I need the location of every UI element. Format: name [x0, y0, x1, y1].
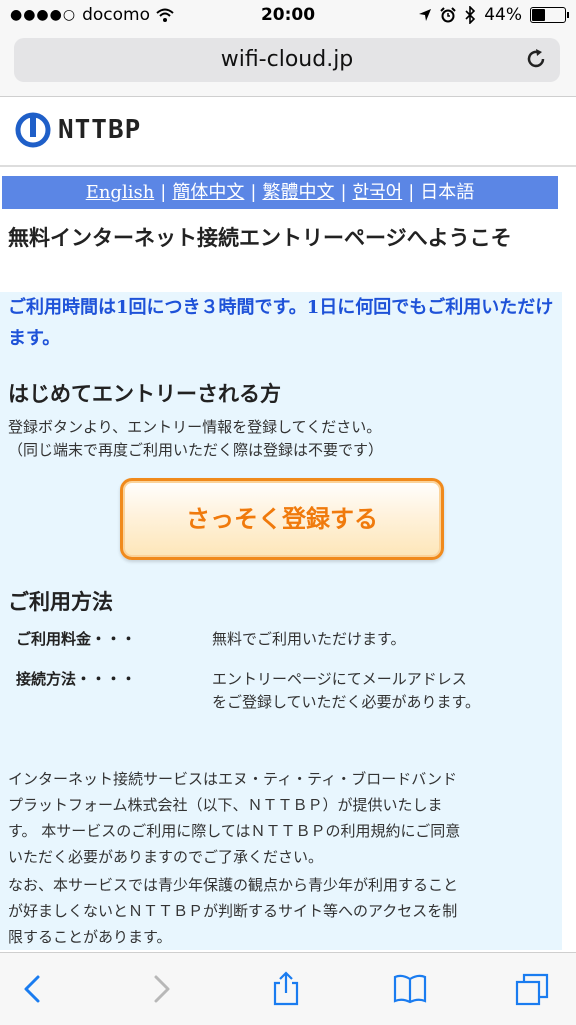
- browser-toolbar: [0, 952, 576, 1025]
- alarm-icon: [440, 7, 456, 23]
- battery-level: [532, 9, 545, 21]
- lang-japanese-current: 日本語: [420, 182, 475, 203]
- status-right: 44%: [418, 5, 569, 25]
- main-panel: ご利用時間は1回につき３時間です。1日に何回でもご利用いただけます。 はじめてエ…: [0, 292, 562, 950]
- bookmarks-icon[interactable]: [392, 971, 428, 1007]
- lang-simplified-chinese-link[interactable]: 簡体中文: [172, 182, 244, 203]
- battery-percent: 44%: [484, 5, 522, 25]
- forward-icon[interactable]: [142, 971, 178, 1007]
- reload-icon[interactable]: [524, 47, 548, 71]
- connection-method-value-line1: エントリーページにてメールアドレス: [212, 670, 467, 688]
- share-icon[interactable]: [268, 971, 304, 1007]
- nttbp-logo[interactable]: NTTBP: [14, 111, 141, 149]
- usage-time-notice: ご利用時間は1回につき３時間です。1日に何回でもご利用いただけます。: [8, 297, 554, 349]
- legal-paragraph-1-line-3: す。 本サービスのご利用に際してはＮＴＴＢＰの利用規約にご同意: [8, 822, 461, 840]
- legal-paragraph-1-line-4: いただく必要がありますのでご了承ください。: [8, 848, 324, 866]
- usage-heading: ご利用方法: [8, 589, 113, 614]
- back-icon[interactable]: [16, 971, 52, 1007]
- first-entry-instruction: 登録ボタンより、エントリー情報を登録してください。: [8, 418, 382, 436]
- ntt-logo-icon: [15, 112, 51, 148]
- legal-paragraph-2-line-2: が好ましくないとＮＴＴＢＰが判断するサイト等へのアクセスを制: [8, 902, 458, 920]
- lang-traditional-chinese-link[interactable]: 繁體中文: [262, 182, 334, 203]
- location-arrow-icon: [419, 9, 432, 21]
- fee-value: 無料でご利用いただけます。: [212, 630, 406, 648]
- status-bar: ●●●●○ docomo 20:00 44%: [0, 0, 576, 32]
- lang-korean-link[interactable]: 한국어: [353, 182, 403, 203]
- fee-label: ご利用料金・・・: [16, 630, 137, 648]
- site-header: NTTBP: [0, 97, 576, 167]
- connection-method-label: 接続方法・・・・: [16, 670, 137, 688]
- legal-paragraph-2-line-1: なお、本サービスでは青少年保護の観点から青少年が利用すること: [8, 876, 459, 894]
- bluetooth-icon: [465, 6, 476, 24]
- legal-paragraph-2-line-3: 限することがあります。: [8, 928, 172, 946]
- language-bar: English | 簡体中文 | 繁體中文 | 한국어 | 日本語: [2, 176, 558, 209]
- legal-paragraph-1-line-2: プラットフォーム株式会社（以下、ＮＴＴＢＰ）が提供いたしま: [8, 796, 443, 814]
- connection-method-value-line2: をご登録していただく必要があります。: [212, 693, 481, 711]
- legal-paragraph-1-line-1: インターネット接続サービスはエヌ・ティ・ティ・ブロードバンド: [8, 770, 457, 788]
- url-text: wifi-cloud.jp: [220, 47, 354, 72]
- first-entry-heading: はじめてエントリーされる方: [8, 381, 281, 406]
- browser-chrome: wifi-cloud.jp: [0, 32, 576, 97]
- battery-icon: [530, 7, 569, 23]
- tabs-icon[interactable]: [514, 971, 550, 1007]
- register-button[interactable]: さっそく登録する: [120, 478, 444, 560]
- address-bar[interactable]: wifi-cloud.jp: [14, 38, 560, 82]
- welcome-title: 無料インターネット接続エントリーページへようこそ: [8, 225, 512, 250]
- first-entry-note: （同じ端末で再度ご利用いただく際は登録は不要です）: [8, 441, 384, 459]
- logo-text: NTTBP: [58, 115, 142, 145]
- lang-english-link[interactable]: English: [86, 182, 155, 203]
